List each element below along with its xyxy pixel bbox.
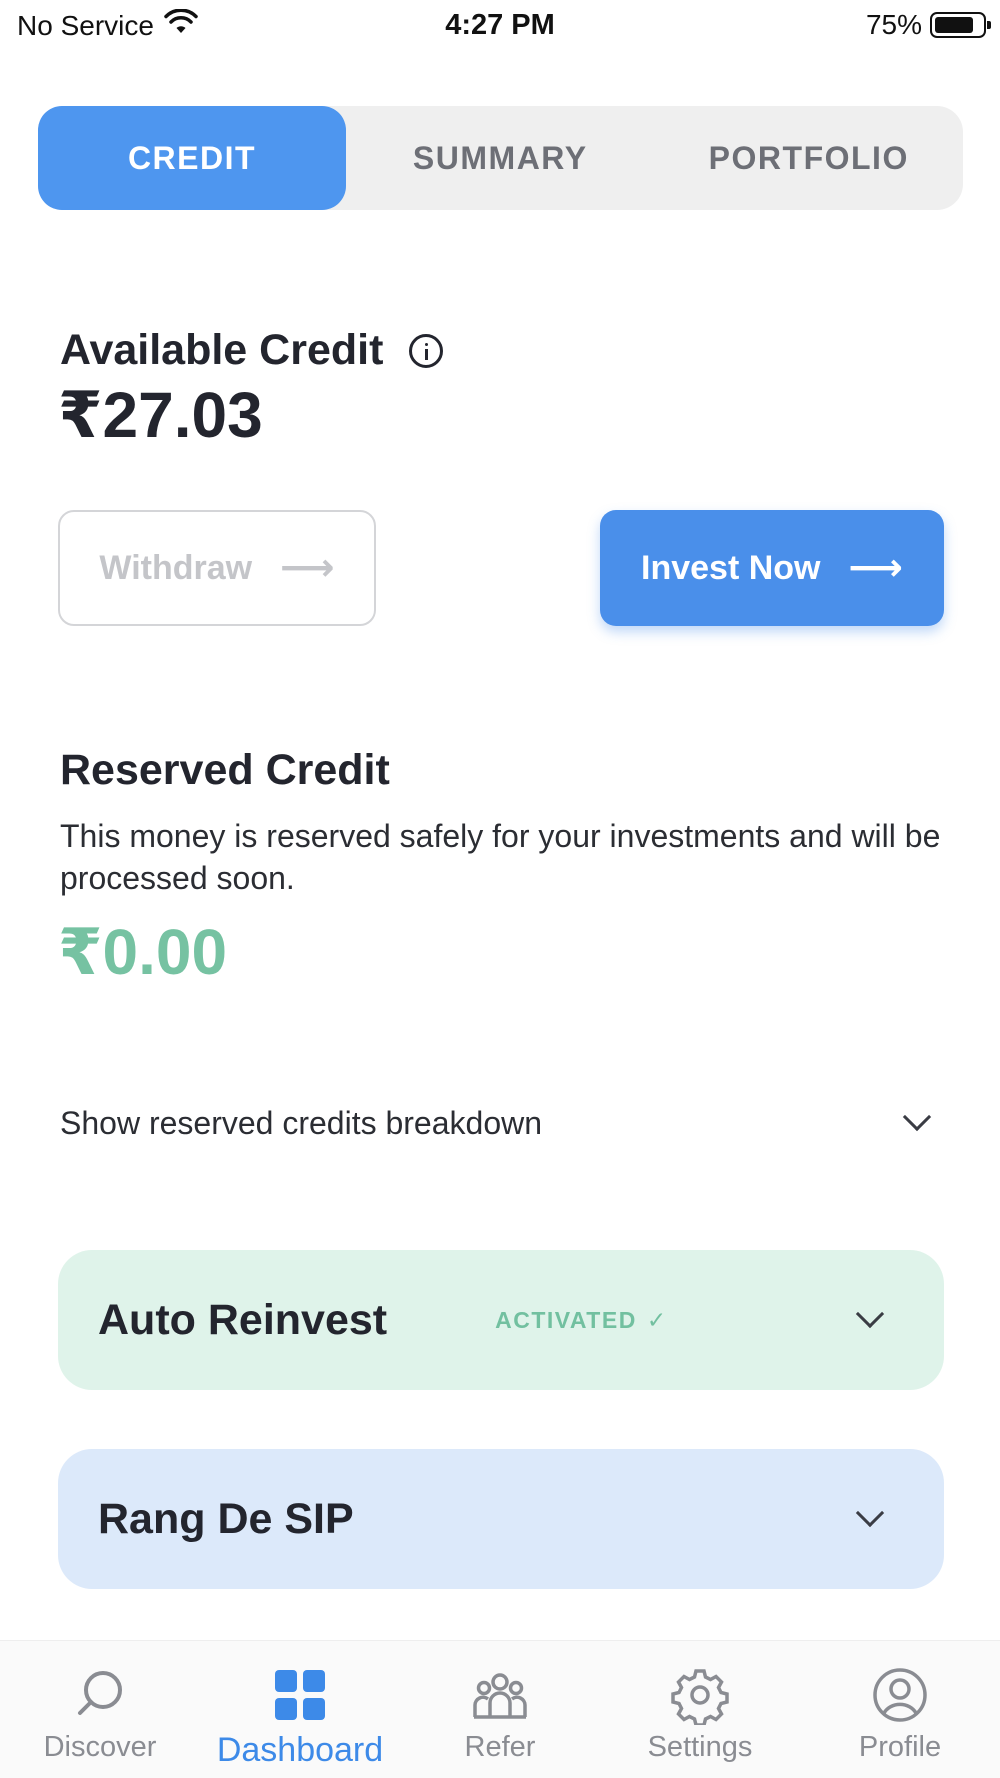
- battery-percent: 75%: [865, 9, 922, 40]
- chevron-down-icon: [855, 1299, 885, 1329]
- withdraw-button[interactable]: Withdraw ⟶: [58, 510, 376, 626]
- nav-discover[interactable]: Discover: [0, 1641, 200, 1778]
- nav-label: Settings: [647, 1731, 753, 1763]
- arrow-right-icon: ⟶: [280, 547, 335, 589]
- search-icon: [70, 1665, 130, 1725]
- invest-now-label: Invest Now: [641, 548, 821, 587]
- auto-reinvest-card[interactable]: Auto Reinvest ACTIVATED ✓: [58, 1250, 944, 1390]
- activated-label: ACTIVATED: [495, 1306, 637, 1333]
- nav-dashboard[interactable]: Dashboard: [200, 1641, 400, 1778]
- nav-label: Refer: [464, 1731, 536, 1763]
- auto-reinvest-title: Auto Reinvest: [98, 1295, 388, 1344]
- breakdown-label: Show reserved credits breakdown: [60, 1104, 543, 1141]
- status-badge: ACTIVATED ✓: [495, 1307, 667, 1334]
- status-time: 4:27 PM: [445, 9, 555, 41]
- reserved-breakdown-toggle[interactable]: Show reserved credits breakdown: [60, 1098, 935, 1148]
- chevron-down-icon: [855, 1498, 885, 1528]
- invest-now-button[interactable]: Invest Now ⟶: [600, 510, 944, 626]
- tab-credit[interactable]: CREDIT: [38, 106, 346, 210]
- status-right: 75%: [865, 9, 991, 41]
- nav-profile[interactable]: Profile: [800, 1641, 1000, 1778]
- available-credit-title: Available Credit: [60, 326, 384, 374]
- people-icon: [470, 1665, 530, 1725]
- sip-title: Rang De SIP: [98, 1494, 354, 1543]
- grid-icon: [270, 1665, 330, 1725]
- rang-de-sip-card[interactable]: Rang De SIP: [58, 1449, 944, 1589]
- withdraw-label: Withdraw: [99, 548, 253, 587]
- nav-label: Dashboard: [216, 1731, 384, 1769]
- tab-summary[interactable]: SUMMARY: [346, 106, 655, 210]
- segmented-tabs: CREDIT SUMMARY PORTFOLIO: [38, 106, 963, 210]
- info-icon[interactable]: [409, 333, 444, 368]
- battery-icon: [930, 12, 991, 38]
- bottom-nav: Discover Dashboard Refer Settings Profil…: [0, 1640, 1000, 1778]
- reserved-credit-title: Reserved Credit: [60, 746, 390, 794]
- check-icon: ✓: [646, 1306, 668, 1333]
- nav-settings[interactable]: Settings: [600, 1641, 800, 1778]
- reserved-credit-amount: ₹0.00: [58, 916, 228, 988]
- user-icon: [870, 1665, 930, 1725]
- chevron-down-icon: [902, 1102, 932, 1132]
- reserved-credit-description: This money is reserved safely for your i…: [60, 818, 941, 896]
- arrow-right-icon: ⟶: [848, 547, 903, 589]
- available-credit-amount: ₹27.03: [58, 379, 263, 451]
- gear-icon: [670, 1665, 730, 1725]
- available-credit-heading: Available Credit: [60, 326, 444, 375]
- nav-label: Discover: [43, 1731, 157, 1763]
- nav-label: Profile: [858, 1731, 942, 1763]
- nav-refer[interactable]: Refer: [400, 1641, 600, 1778]
- tab-portfolio[interactable]: PORTFOLIO: [655, 106, 964, 210]
- status-bar: No Service 4:27 PM 75%: [0, 0, 1000, 52]
